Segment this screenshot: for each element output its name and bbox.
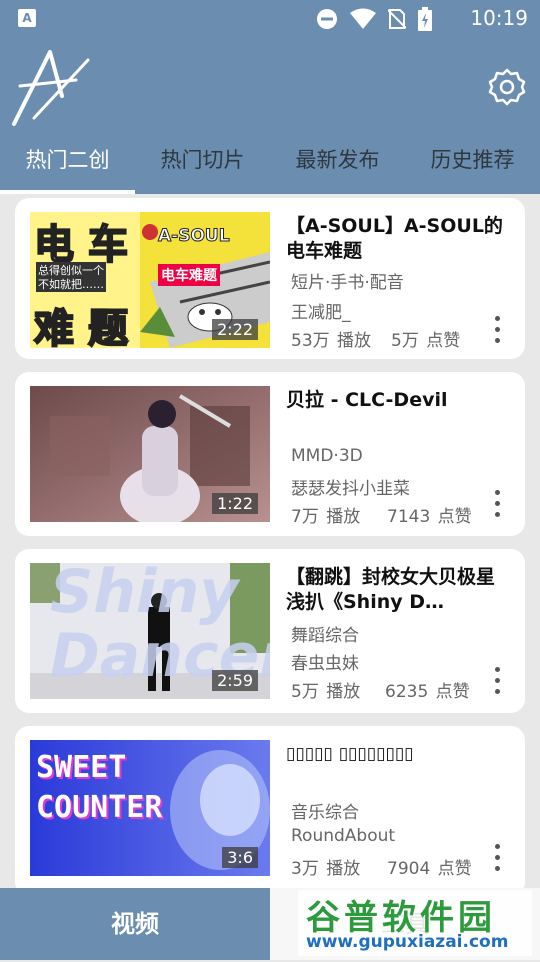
thumb-char-nan: 难 (33, 305, 75, 348)
thumb-char-ti: 题 (87, 305, 129, 348)
tab-hot-clips[interactable]: 热门切片 (135, 136, 270, 194)
more-options-icon[interactable] (495, 316, 501, 346)
thumb-asoul: A-SOUL (158, 226, 231, 247)
video-category: 短片·手书·配音 (291, 273, 404, 293)
more-options-icon[interactable] (495, 844, 501, 874)
video-stats: 53万 播放 5万 点赞 (291, 326, 460, 351)
tab-history-recommend[interactable]: 历史推荐 (405, 136, 540, 194)
video-title[interactable]: ▯▯▯▯▯ ▯▯▯▯▯▯▯▯ (286, 742, 508, 767)
watermark-logo: 谷普软件园 www.gupuxiazai.com (296, 888, 534, 958)
video-stats: 3万 播放 7904 点赞 (291, 854, 472, 879)
gear-icon[interactable] (488, 68, 526, 106)
video-stats: 5万 播放 6235 点赞 (291, 677, 470, 702)
video-card[interactable]: 1:22 贝拉 - CLC-Devil MMD·3D 瑟瑟发抖小韭菜 7万 播放… (15, 372, 525, 536)
play-count: 7万 播放 (291, 507, 361, 527)
video-category: 音乐综合 (291, 803, 359, 823)
battery-charging-icon (418, 7, 432, 31)
video-category: 舞蹈综合 (291, 626, 359, 646)
no-sim-icon (388, 9, 406, 29)
logo-icon (12, 50, 90, 126)
more-options-icon[interactable] (495, 667, 501, 697)
video-thumbnail[interactable]: Shiny Dancer 2:59 (30, 563, 270, 699)
video-title[interactable]: 【翻跳】封校女大贝极星浅扒《Shiny D… (286, 565, 508, 615)
play-count: 3万 播放 (291, 859, 361, 879)
video-title[interactable]: 【A-SOUL】A-SOUL的电车难题 (286, 214, 508, 264)
video-duration: 2:22 (212, 319, 258, 340)
video-thumbnail[interactable]: 1:22 (30, 386, 270, 522)
tab-latest[interactable]: 最新发布 (270, 136, 405, 194)
video-duration: 3:6 (222, 847, 258, 868)
video-title[interactable]: 贝拉 - CLC-Devil (286, 388, 508, 413)
watermark-url: www.gupuxiazai.com (306, 932, 509, 952)
video-thumbnail[interactable]: SWEET COUNTER 3:6 (30, 740, 270, 876)
video-thumbnail[interactable]: 电 车 A-SOUL 总得创似一个 不如就把…… 电车难题 难 题 2:22 (30, 212, 270, 348)
thumb-text-shiny: Shiny (50, 563, 239, 627)
wifi-icon (350, 8, 376, 29)
video-category: MMD·3D (291, 446, 363, 466)
video-author[interactable]: 瑟瑟发抖小韭菜 (291, 474, 410, 499)
tab-hot-remix[interactable]: 热门二创 (0, 136, 135, 194)
like-count: 5万 点赞 (391, 331, 461, 351)
video-author[interactable]: RoundAbout (291, 826, 395, 846)
like-count: 6235 点赞 (385, 682, 470, 702)
play-count: 5万 播放 (291, 682, 361, 702)
status-icons (316, 7, 432, 31)
video-duration: 1:22 (212, 493, 258, 514)
app-header: 热门二创 热门切片 最新发布 历史推荐 (0, 36, 540, 194)
status-bar: A 10:19 (0, 0, 540, 36)
status-time: 10:19 (470, 6, 528, 30)
thumb-tag-trolley: 电车难题 (158, 264, 220, 286)
play-count: 53万 播放 (291, 331, 372, 351)
thumb-caption-2: 不如就把…… (36, 276, 106, 292)
video-card[interactable]: Shiny Dancer 2:59 【翻跳】封校女大贝极星浅扒《Shiny D…… (15, 549, 525, 713)
video-list[interactable]: 电 车 A-SOUL 总得创似一个 不如就把…… 电车难题 难 题 2:22 【… (0, 194, 540, 888)
like-count: 7904 点赞 (387, 859, 472, 879)
video-card[interactable]: 电 车 A-SOUL 总得创似一个 不如就把…… 电车难题 难 题 2:22 【… (15, 198, 525, 359)
video-stats: 7万 播放 7143 点赞 (291, 502, 472, 527)
thumb-text-counter: COUNTER (36, 790, 163, 825)
app-notification-icon: A (18, 9, 36, 27)
do-not-disturb-icon (317, 9, 337, 29)
nav-video-tab[interactable]: 视频 (0, 888, 270, 960)
video-author[interactable]: 王减肥_ (291, 298, 351, 323)
video-author[interactable]: 春虫虫妹 (291, 649, 359, 674)
video-duration: 2:59 (212, 670, 258, 691)
thumb-text-sweet: SWEET (36, 750, 127, 785)
video-card[interactable]: SWEET COUNTER 3:6 ▯▯▯▯▯ ▯▯▯▯▯▯▯▯ 音乐综合 Ro… (15, 726, 525, 888)
tab-bar: 热门二创 热门切片 最新发布 历史推荐 (0, 136, 540, 194)
like-count: 7143 点赞 (387, 507, 472, 527)
more-options-icon[interactable] (495, 490, 501, 520)
